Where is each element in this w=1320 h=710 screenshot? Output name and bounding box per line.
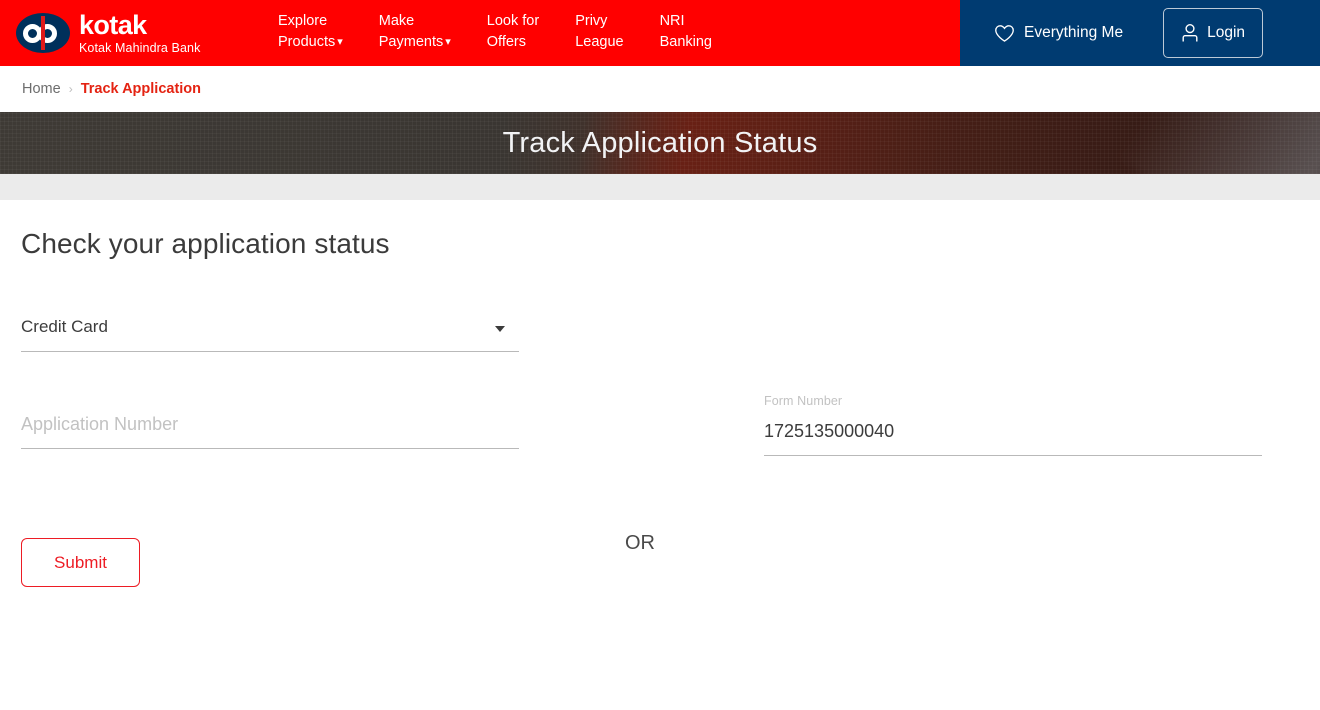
product-type-select[interactable]: Credit Card bbox=[21, 308, 519, 352]
chevron-down-icon: ▾ bbox=[445, 35, 451, 48]
breadcrumb-item-track-application[interactable]: Track Application bbox=[81, 81, 201, 97]
login-label: Login bbox=[1207, 24, 1246, 41]
header-left-section: kotak Kotak Mahindra Bank Explore Produc… bbox=[0, 0, 960, 66]
header-right-section: Everything Me Login bbox=[960, 0, 1320, 66]
nav-label-explore-products: Explore Products bbox=[278, 12, 336, 50]
everything-me-label: Everything Me bbox=[1024, 24, 1124, 41]
nav-item-nri-banking[interactable]: NRI Banking bbox=[642, 11, 730, 53]
site-header: kotak Kotak Mahindra Bank Explore Produc… bbox=[0, 0, 1320, 66]
section-heading: Check your application status bbox=[21, 227, 390, 259]
logo-text-block: kotak Kotak Mahindra Bank bbox=[79, 9, 201, 55]
product-type-select-wrap: Credit Card bbox=[21, 308, 519, 352]
everything-me-button[interactable]: Everything Me bbox=[994, 24, 1123, 43]
nav-item-explore-products[interactable]: Explore Products ▾ bbox=[260, 11, 361, 54]
breadcrumb: Home › Track Application bbox=[0, 66, 1320, 112]
or-divider-label: OR bbox=[625, 532, 655, 554]
page-banner: Track Application Status bbox=[0, 112, 1320, 174]
form-number-input[interactable] bbox=[764, 414, 1262, 456]
nav-item-privy-league[interactable]: Privy League bbox=[557, 11, 641, 53]
banner-underbar bbox=[0, 174, 1320, 200]
nav-item-make-payments[interactable]: Make Payments ▾ bbox=[361, 11, 469, 54]
nav-label-look-for-offers: Look for Offers bbox=[486, 13, 540, 50]
login-button[interactable]: Login bbox=[1163, 8, 1264, 58]
breadcrumb-item-home[interactable]: Home bbox=[22, 81, 61, 97]
logo-brand-subtitle: Kotak Mahindra Bank bbox=[79, 40, 201, 55]
page-title: Track Application Status bbox=[502, 126, 818, 159]
nav-label-nri-banking: NRI Banking bbox=[659, 13, 712, 50]
logo-red-bar-shape bbox=[41, 16, 45, 50]
application-number-field bbox=[21, 407, 519, 449]
chevron-down-icon: ▾ bbox=[337, 35, 343, 48]
submit-button[interactable]: Submit bbox=[21, 538, 140, 587]
kotak-logo-icon bbox=[16, 13, 70, 53]
heart-icon bbox=[994, 24, 1024, 43]
nav-item-look-for-offers[interactable]: Look for Offers bbox=[469, 11, 557, 53]
nav-label-make-payments: Make Payments bbox=[378, 12, 444, 50]
form-number-field: Form Number bbox=[764, 394, 1262, 456]
nav-label-privy-league: Privy League bbox=[575, 13, 624, 50]
application-number-input[interactable] bbox=[21, 407, 519, 449]
user-icon bbox=[1181, 23, 1207, 43]
main-content: Check your application status Credit Car… bbox=[0, 200, 1320, 710]
kotak-logo[interactable]: kotak Kotak Mahindra Bank bbox=[0, 0, 244, 66]
breadcrumb-separator-icon: › bbox=[68, 82, 73, 96]
primary-navigation: Explore Products ▾ Make Payments ▾ Look fo… bbox=[260, 0, 730, 66]
logo-brand-name: kotak bbox=[79, 9, 147, 40]
product-type-field: Credit Card bbox=[21, 308, 519, 352]
form-number-label: Form Number bbox=[764, 394, 843, 408]
